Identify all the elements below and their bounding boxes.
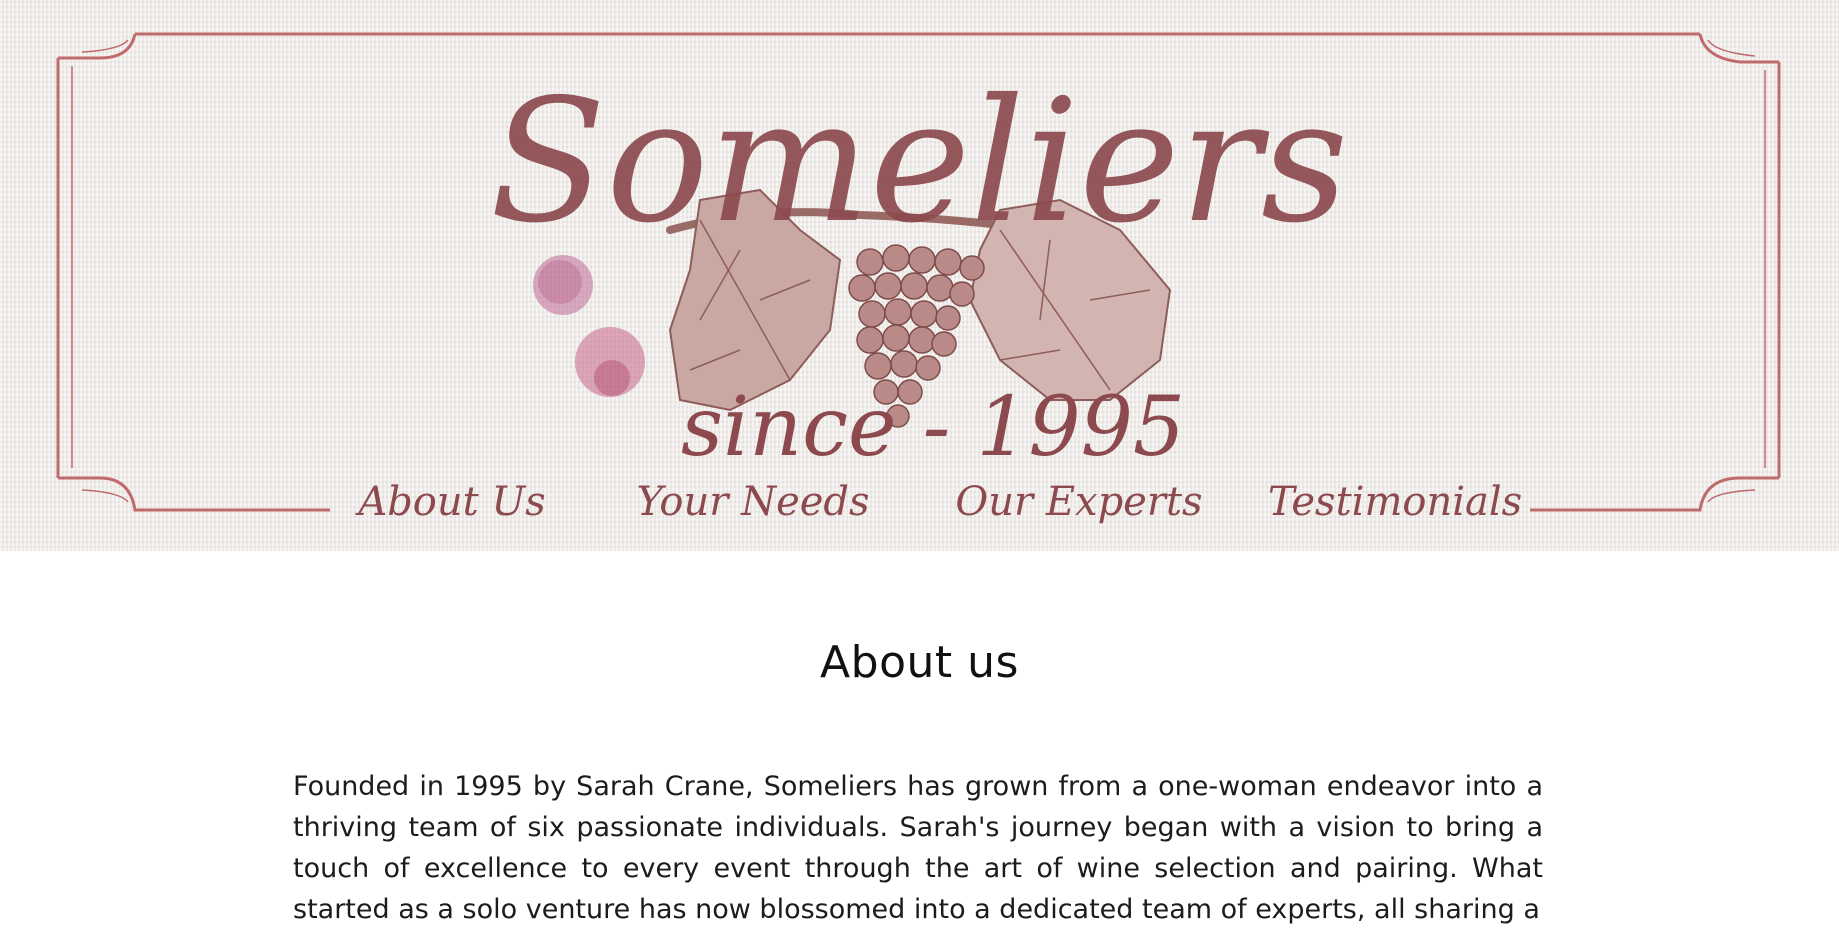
nav-item-about-us[interactable]: About Us xyxy=(354,479,545,525)
brand-logo-text: Someliers xyxy=(490,63,1348,261)
header-banner: Someliers since - 1995 About Us Your Nee… xyxy=(0,0,1839,551)
wine-stain-icon xyxy=(533,255,645,397)
nav-item-our-experts[interactable]: Our Experts xyxy=(955,479,1202,525)
main-nav: About Us Your Needs Our Experts Testimon… xyxy=(354,479,1522,525)
nav-item-testimonials[interactable]: Testimonials xyxy=(1268,479,1522,525)
banner-artwork: Someliers since - 1995 About Us Your Nee… xyxy=(56,32,1781,525)
about-section: About us Founded in 1995 by Sarah Crane,… xyxy=(0,551,1839,932)
about-paragraph: Founded in 1995 by Sarah Crane, Somelier… xyxy=(293,771,1543,925)
nav-item-your-needs[interactable]: Your Needs xyxy=(636,479,869,525)
about-heading: About us xyxy=(820,637,1019,688)
brand-tagline: since - 1995 xyxy=(681,380,1185,475)
